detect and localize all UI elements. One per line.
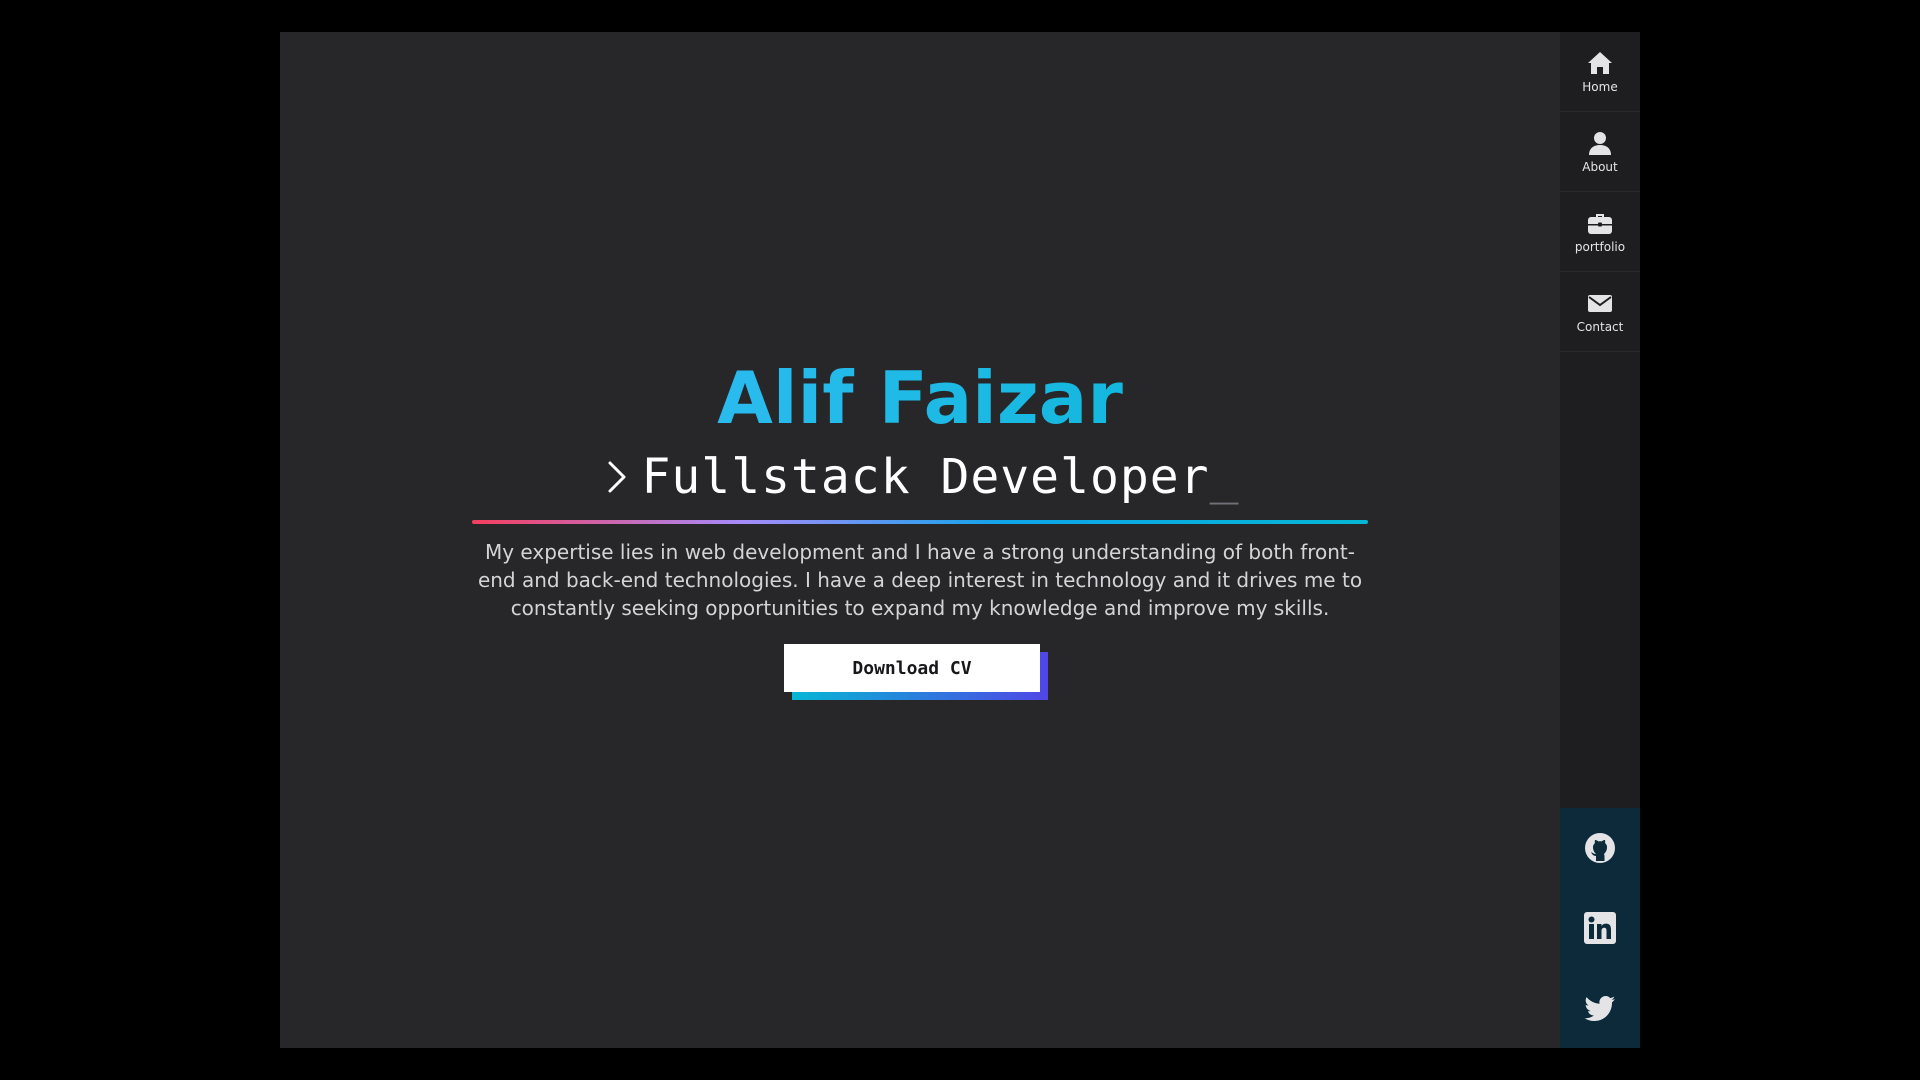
hero-description: My expertise lies in web development and… (477, 540, 1363, 620)
nav-label-contact: Contact (1576, 320, 1624, 334)
download-cv-button[interactable]: Download CV (784, 644, 1040, 692)
nav-label-about: About (1582, 160, 1618, 174)
linkedin-icon (1584, 912, 1616, 944)
app-window: Alif Faizar Fullstack Developer _ My exp… (280, 32, 1640, 1048)
social-linkedin[interactable] (1560, 888, 1640, 968)
twitter-icon (1584, 996, 1615, 1021)
user-icon (1589, 132, 1611, 155)
hero-section: Alif Faizar Fullstack Developer _ My exp… (472, 352, 1368, 700)
role-row: Fullstack Developer _ (472, 444, 1368, 510)
nav-item-about[interactable]: About (1560, 112, 1640, 192)
main-content: Alif Faizar Fullstack Developer _ My exp… (280, 32, 1560, 1048)
nav-label-portfolio: portfolio (1574, 240, 1626, 254)
gradient-divider (472, 520, 1368, 524)
nav-item-portfolio[interactable]: portfolio (1560, 192, 1640, 272)
nav-label-home: Home (1582, 80, 1618, 94)
nav-item-contact[interactable]: Contact (1560, 272, 1640, 352)
sidebar-nav: Home About portfolio Contact (1560, 32, 1640, 1048)
hero-name: Alif Faizar (472, 352, 1368, 444)
github-icon (1585, 833, 1615, 863)
social-links (1560, 808, 1640, 1048)
download-cv-wrapper: Download CV (784, 644, 1048, 700)
chevron-right-icon (608, 461, 625, 493)
briefcase-icon (1588, 214, 1612, 234)
nav-item-home[interactable]: Home (1560, 32, 1640, 112)
hero-role: Fullstack Developer (641, 449, 1210, 505)
social-twitter[interactable] (1560, 968, 1640, 1048)
social-github[interactable] (1560, 808, 1640, 888)
envelope-icon (1588, 295, 1612, 312)
home-icon (1588, 52, 1612, 74)
typing-cursor: _ (1209, 449, 1239, 505)
